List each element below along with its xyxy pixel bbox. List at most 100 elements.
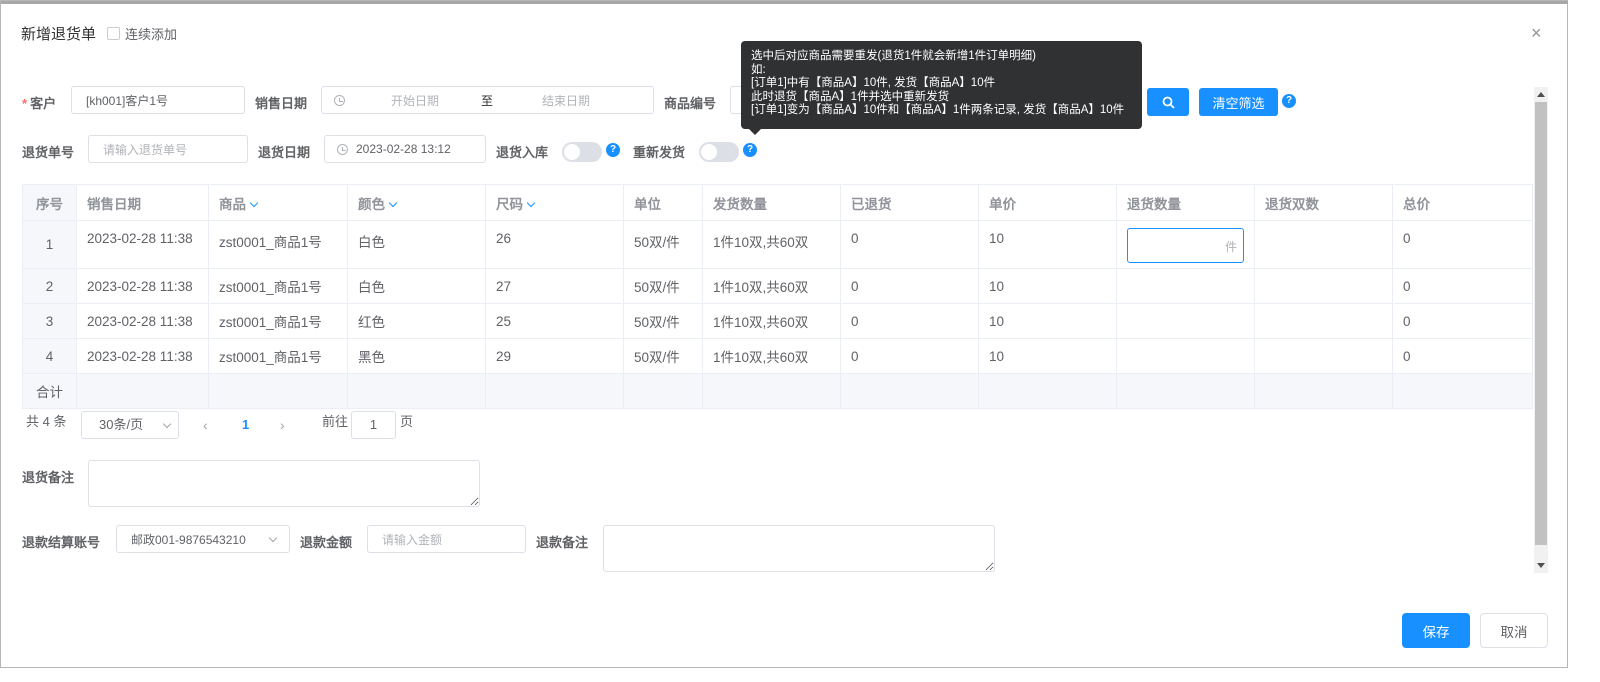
- cell-sale-date: 2023-02-28 11:38: [76, 338, 209, 374]
- return-remark-textarea[interactable]: [88, 460, 480, 507]
- scrollbar-thumb[interactable]: [1535, 102, 1547, 545]
- start-date-input[interactable]: 开始日期: [391, 92, 439, 109]
- scroll-up-icon[interactable]: [1537, 92, 1545, 97]
- next-page-button[interactable]: ›: [280, 417, 285, 433]
- unit-suffix: 件: [1224, 240, 1237, 254]
- refund-amount-label: 退款金额: [300, 535, 353, 550]
- cell-color: 白色: [347, 220, 486, 269]
- chevron-down-icon: [268, 533, 278, 543]
- cell-price: 10: [978, 338, 1117, 374]
- cell-returned: 0: [840, 268, 979, 304]
- customer-value: [kh001]客户1号: [86, 93, 169, 108]
- cell-return-pairs: [1254, 303, 1393, 339]
- cell-total: 0: [1392, 338, 1533, 374]
- current-page[interactable]: 1: [242, 417, 249, 432]
- reship-toggle[interactable]: [699, 142, 739, 162]
- dialog-title: 新增退货单: [21, 26, 97, 43]
- cell-size: 27: [485, 268, 624, 304]
- total-count: 共 4 条: [26, 414, 67, 429]
- table-header-row: 序号 销售日期 商品 颜色 尺码 单位 发货数量 已退货 单价 退货数量 退货双…: [22, 184, 1533, 221]
- product-code-label: 商品编号: [664, 96, 717, 111]
- refund-amount-placeholder: 请输入金额: [382, 532, 443, 547]
- return-qty-input[interactable]: 件: [1127, 228, 1244, 263]
- help-icon[interactable]: ?: [606, 143, 620, 157]
- tooltip-arrow: [749, 129, 761, 135]
- return-order-dialog: 新增退货单 连续添加 × * 客户 [kh001]客户1号 销售日期 开始日期 至…: [0, 0, 1569, 668]
- required-mark: *: [22, 96, 28, 111]
- table-row: 2 2023-02-28 11:38 zst0001_商品1号 白色 27 50…: [22, 268, 1533, 304]
- sale-date-range-picker[interactable]: 开始日期 至 结束日期: [321, 86, 654, 114]
- search-button[interactable]: [1147, 88, 1189, 116]
- chevron-down-icon[interactable]: [388, 198, 398, 207]
- return-date-picker[interactable]: 2023-02-28 13:12: [324, 135, 486, 163]
- col-price: 单价: [978, 184, 1117, 221]
- refund-remark-label: 退款备注: [536, 535, 589, 550]
- continuous-add-label[interactable]: 连续添加: [125, 24, 177, 43]
- page-suffix: 页: [400, 414, 414, 429]
- cell-price: 10: [978, 220, 1117, 269]
- cell-return-qty[interactable]: [1116, 268, 1255, 304]
- chevron-down-icon[interactable]: [526, 198, 536, 207]
- cancel-button[interactable]: 取消: [1480, 613, 1548, 648]
- table-row: 1 2023-02-28 11:38 zst0001_商品1号 白色 26 50…: [22, 220, 1533, 269]
- refund-amount-input[interactable]: 请输入金额: [367, 525, 526, 553]
- save-button[interactable]: 保存: [1402, 613, 1470, 648]
- sale-date-label: 销售日期: [255, 96, 308, 111]
- clear-filter-button[interactable]: 清空筛选: [1199, 88, 1278, 116]
- row-index: 3: [22, 303, 77, 339]
- cell-product: zst0001_商品1号: [208, 268, 348, 304]
- tooltip-line: [订单1]变为【商品A】10件和【商品A】1件两条记录, 发货【商品A】10件: [751, 104, 1125, 116]
- tooltip-line: 如:: [751, 63, 766, 76]
- return-date-label: 退货日期: [258, 145, 311, 160]
- cell-return-pairs: [1254, 268, 1393, 304]
- return-date-value: 2023-02-28 13:12: [356, 142, 451, 156]
- help-icon[interactable]: ?: [743, 143, 757, 157]
- row-index: 2: [22, 268, 77, 304]
- customer-label: * 客户: [22, 96, 57, 111]
- page-size-select[interactable]: 30条/页: [81, 411, 179, 439]
- return-stock-toggle[interactable]: [562, 142, 602, 162]
- cell-total: 0: [1392, 268, 1533, 304]
- cell-returned: 0: [840, 338, 979, 374]
- col-color[interactable]: 颜色: [347, 184, 486, 221]
- return-no-input[interactable]: 请输入退货单号: [88, 135, 248, 163]
- col-product[interactable]: 商品: [208, 184, 348, 221]
- col-index: 序号: [22, 184, 77, 221]
- cell-total: 0: [1392, 303, 1533, 339]
- continuous-add-checkbox[interactable]: [107, 27, 121, 40]
- cell-product: zst0001_商品1号: [208, 220, 348, 269]
- chevron-down-icon[interactable]: [249, 198, 259, 207]
- return-stock-label: 退货入库: [496, 145, 549, 160]
- help-icon[interactable]: ?: [1282, 94, 1296, 108]
- cell-size: 29: [485, 338, 624, 374]
- col-return-qty: 退货数量: [1116, 184, 1255, 221]
- clock-icon: [337, 143, 348, 155]
- refund-account-select[interactable]: 邮政001-9876543210: [116, 525, 290, 553]
- cell-return-pairs: [1254, 338, 1393, 374]
- end-date-input[interactable]: 结束日期: [542, 92, 590, 109]
- scroll-down-icon[interactable]: [1537, 563, 1545, 568]
- col-ship-qty: 发货数量: [702, 184, 841, 221]
- prev-page-button[interactable]: ‹: [203, 417, 208, 433]
- cell-unit: 50双/件: [623, 338, 703, 374]
- cell-return-pairs: [1254, 220, 1393, 269]
- close-icon[interactable]: ×: [1531, 23, 1542, 44]
- cell-ship-qty: 1件10双,共60双: [702, 338, 841, 374]
- cell-unit: 50双/件: [623, 268, 703, 304]
- goto-page-input[interactable]: 1: [351, 411, 396, 439]
- tooltip-line: 此时退货【商品A】1件并选中重新发货: [751, 90, 950, 103]
- col-size[interactable]: 尺码: [485, 184, 624, 221]
- dialog-header: 新增退货单 连续添加: [21, 23, 177, 44]
- cell-color: 红色: [347, 303, 486, 339]
- date-separator: 至: [481, 93, 494, 108]
- cell-unit: 50双/件: [623, 303, 703, 339]
- refund-remark-textarea[interactable]: [603, 525, 995, 572]
- cell-return-qty[interactable]: [1116, 338, 1255, 374]
- col-returned: 已退货: [840, 184, 979, 221]
- cell-color: 白色: [347, 268, 486, 304]
- chevron-down-icon: [162, 419, 172, 429]
- customer-input[interactable]: [kh001]客户1号: [71, 86, 245, 114]
- cell-return-qty[interactable]: [1116, 303, 1255, 339]
- cell-ship-qty: 1件10双,共60双: [702, 303, 841, 339]
- cell-total: 0: [1392, 220, 1533, 269]
